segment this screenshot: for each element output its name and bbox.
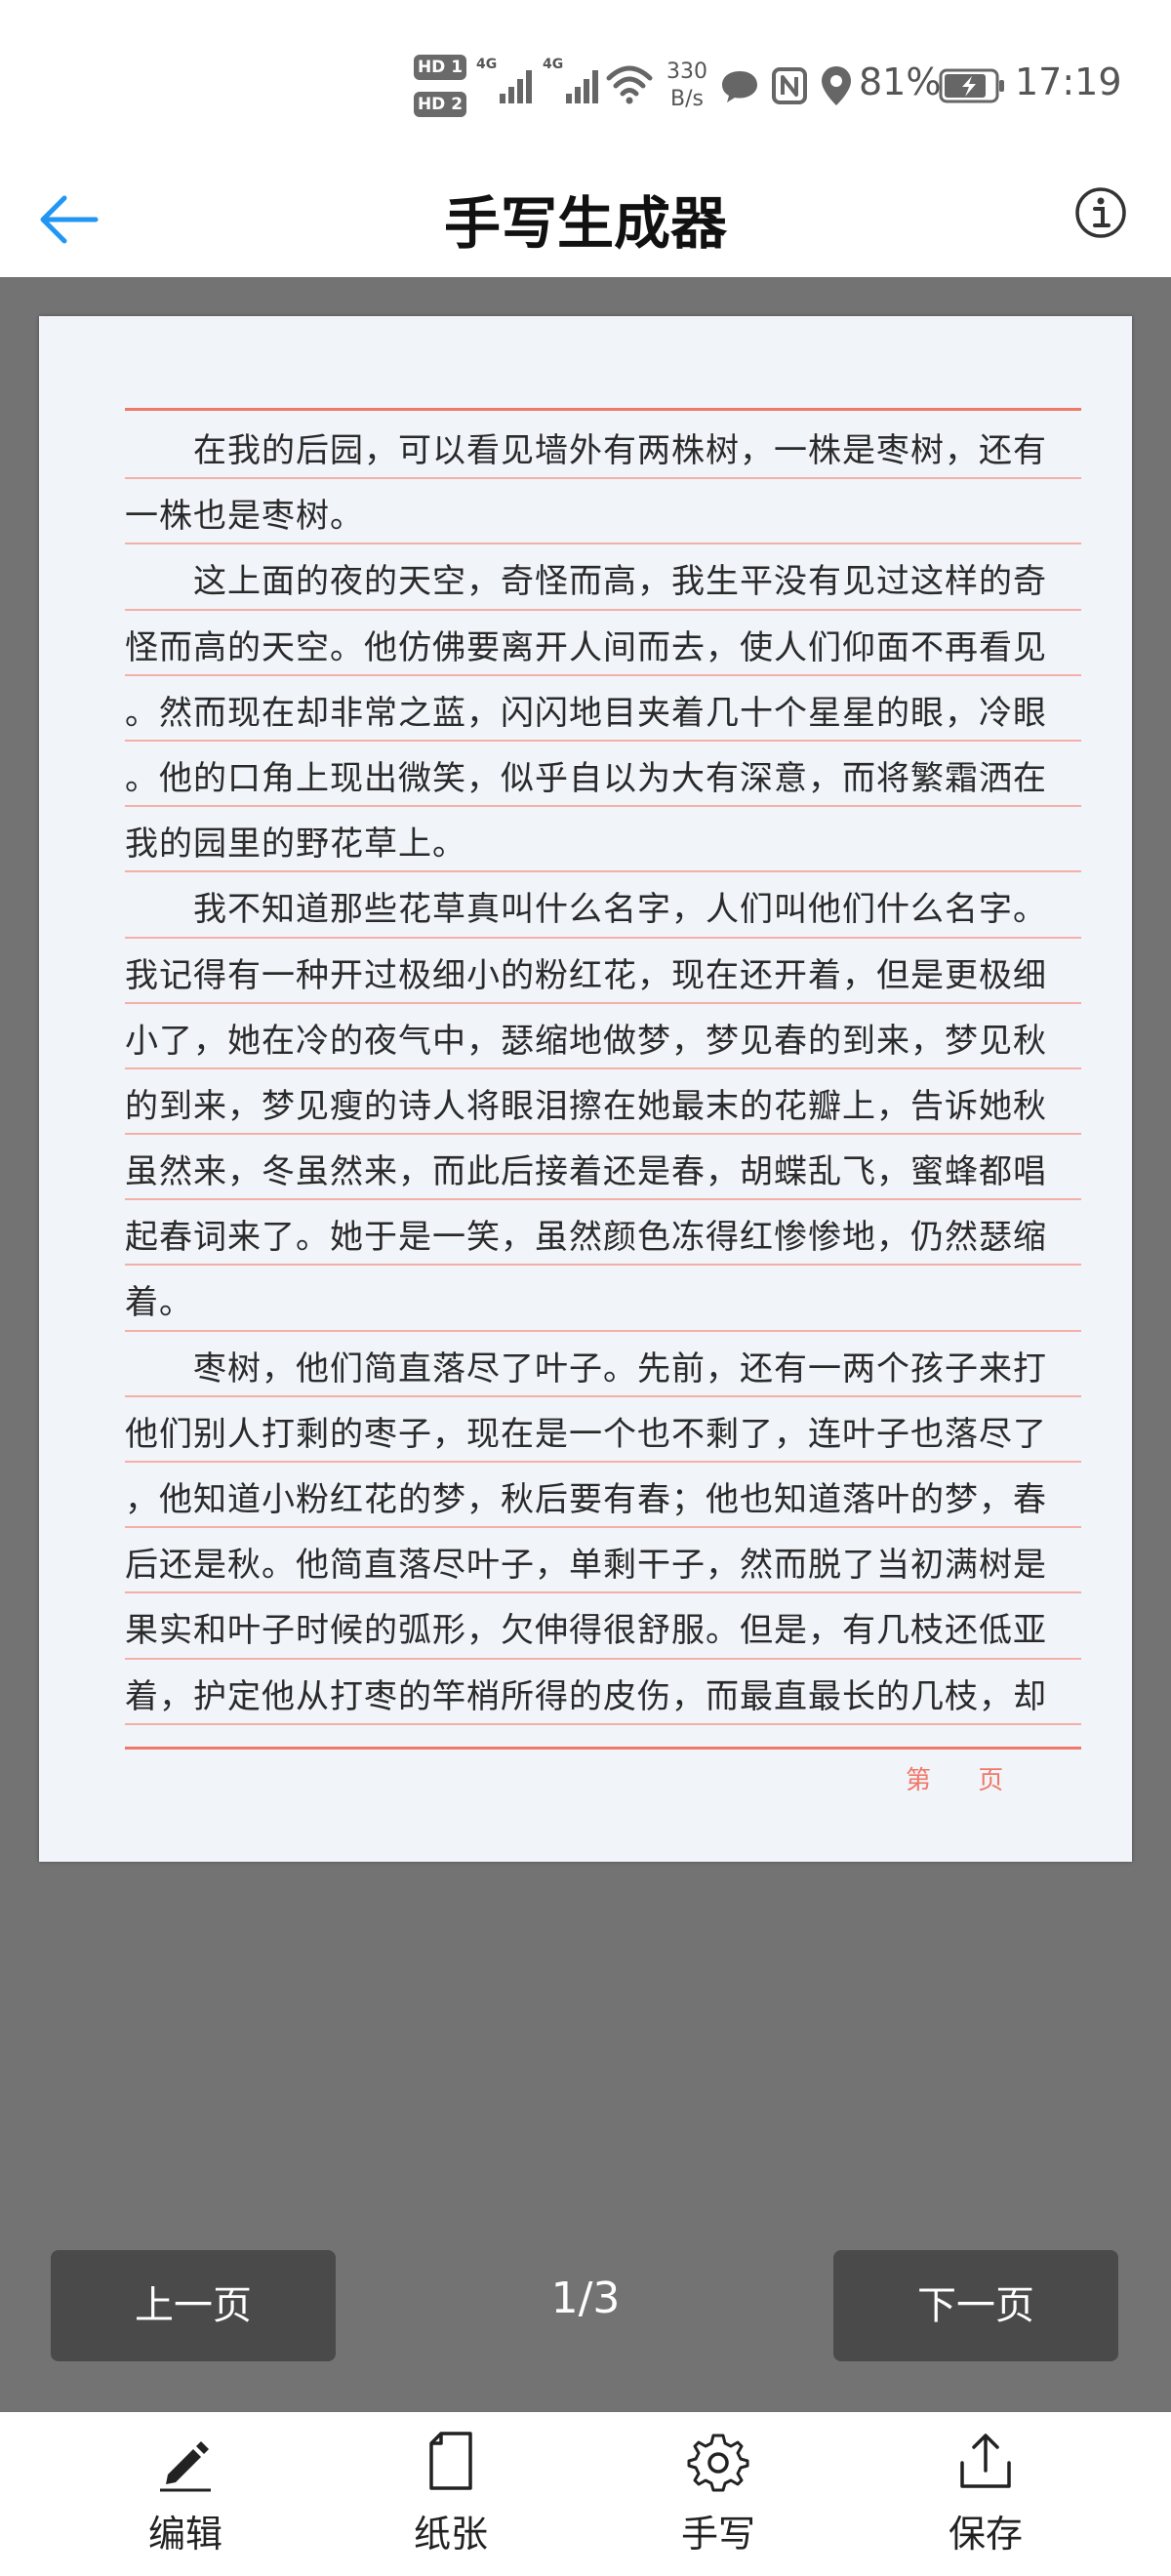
paper-line: 我的园里的野花草上。 [125, 807, 1081, 873]
paper-line: 这上面的夜的天空，奇怪而高，我生平没有见过这样的奇 [125, 544, 1081, 611]
net-speed: 330 B/s [658, 59, 716, 113]
page-footer: 第 页 [906, 1760, 1003, 1796]
paper-line: 他们别人打剩的枣子，现在是一个也不剩了，连叶子也落尽了 [125, 1397, 1081, 1463]
tab-save[interactable]: 保存 [888, 2412, 1083, 2576]
paper-line: 在我的后园，可以看见墙外有两株树，一株是枣树，还有 [125, 414, 1081, 480]
paper-line: 的到来，梦见瘦的诗人将眼泪擦在她最末的花瓣上，告诉她秋 [125, 1069, 1081, 1136]
paper-line: ，他知道小粉红花的梦，秋后要有春；他也知道落叶的梦，春 [125, 1463, 1081, 1529]
share-icon [960, 2434, 1011, 2488]
footer-page-suffix: 页 [978, 1766, 1004, 1795]
gear-icon [687, 2434, 749, 2492]
tab-handwriting[interactable]: 手写 [621, 2412, 816, 2576]
paper-line: 。他的口角上现出微笑，似乎自以为大有深意，而将繁霜洒在 [125, 742, 1081, 808]
next-page-button[interactable]: 下一页 [833, 2250, 1118, 2361]
paper-line: 果实和叶子时候的弧形，欠伸得很舒服。但是，有几枝还低亚 [125, 1593, 1081, 1660]
tab-save-label: 保存 [948, 2513, 1023, 2556]
paper-line: 着。 [125, 1266, 1081, 1332]
message-icon [722, 71, 757, 102]
paper-line: 枣树，他们简直落尽了叶子。先前，还有一两个孩子来打 [125, 1332, 1081, 1397]
app-header: 手写生成器 [0, 156, 1171, 277]
sim1-badge: HD 1 [414, 55, 466, 80]
prev-page-button[interactable]: 上一页 [51, 2250, 336, 2361]
paper-line: 着，护定他从打枣的竿梢所得的皮伤，而最直最长的几枝，却 [125, 1660, 1081, 1725]
paper-line: 。然而现在却非常之蓝，闪闪地目夹着几十个星星的眼，冷眼 [125, 676, 1081, 742]
nfc-icon [772, 67, 807, 104]
wifi-icon [606, 65, 653, 104]
paper-line: 起春词来了。她于是一笑，虽然颜色冻得红惨惨地，仍然瑟缩 [125, 1200, 1081, 1267]
edit-icon [160, 2441, 211, 2492]
signal-2-label: 4G [543, 57, 564, 72]
signal-2-icon: 4G [543, 57, 605, 109]
paper-icon [429, 2432, 472, 2490]
battery-charging-icon [939, 68, 1004, 103]
location-icon [822, 66, 851, 105]
tab-edit-label: 编辑 [147, 2513, 222, 2556]
paper-bottom-rule [125, 1747, 1081, 1750]
paper-line: 怪而高的天空。他仿佛要离开人间而去，使人们仰面不再看见 [125, 611, 1081, 676]
paper-top-rule [125, 408, 1081, 411]
preview-area: 在我的后园，可以看见墙外有两株树，一株是枣树，还有 一株也是枣树。 这上面的夜的天… [0, 277, 1171, 2412]
paper-line: 小了，她在冷的夜气中，瑟缩地做梦，梦见春的到来，梦见秋 [125, 1004, 1081, 1069]
page-title: 手写生成器 [443, 190, 727, 257]
signal-1-label: 4G [476, 57, 498, 72]
tab-paper[interactable]: 纸张 [353, 2412, 548, 2576]
tab-edit[interactable]: 编辑 [88, 2412, 283, 2576]
info-icon[interactable] [1073, 185, 1128, 240]
bottom-tab-bar: 编辑 纸张 手写 保存 [0, 2412, 1171, 2576]
paper-line: 我不知道那些花草真叫什么名字，人们叫他们什么名字。 [125, 872, 1081, 939]
net-speed-value: 330 [666, 60, 707, 84]
status-bar: HD 1 HD 2 4G 4G 330 B/s 81% 17:19 [0, 0, 1171, 156]
signal-1-icon: 4G [476, 57, 539, 109]
page-indicator: 1/3 [550, 2274, 621, 2323]
paper-line: 虽然来，冬虽然来，而此后接着还是春，胡蝶乱飞，蜜蜂都唱 [125, 1135, 1081, 1201]
clock: 17:19 [1015, 60, 1122, 103]
tab-paper-label: 纸张 [413, 2513, 488, 2556]
battery-percent: 81% [859, 60, 942, 103]
sim-indicators: HD 1 HD 2 [414, 55, 468, 129]
paper-line: 一株也是枣树。 [125, 479, 1081, 545]
footer-page-prefix: 第 [906, 1766, 932, 1795]
net-speed-unit: B/s [670, 87, 704, 111]
handwriting-paper: 在我的后园，可以看见墙外有两株树，一株是枣树，还有 一株也是枣树。 这上面的夜的天… [39, 316, 1132, 1862]
tab-handwriting-label: 手写 [680, 2513, 755, 2556]
sim2-badge: HD 2 [414, 92, 466, 117]
paper-lines: 在我的后园，可以看见墙外有两株树，一株是枣树，还有 一株也是枣树。 这上面的夜的天… [125, 414, 1081, 1725]
paper-line: 我记得有一种开过极细小的粉红花，现在还开着，但是更极细 [125, 939, 1081, 1004]
paper-line: 后还是秋。他简直落尽叶子，单剩干子，然而脱了当初满树是 [125, 1528, 1081, 1594]
